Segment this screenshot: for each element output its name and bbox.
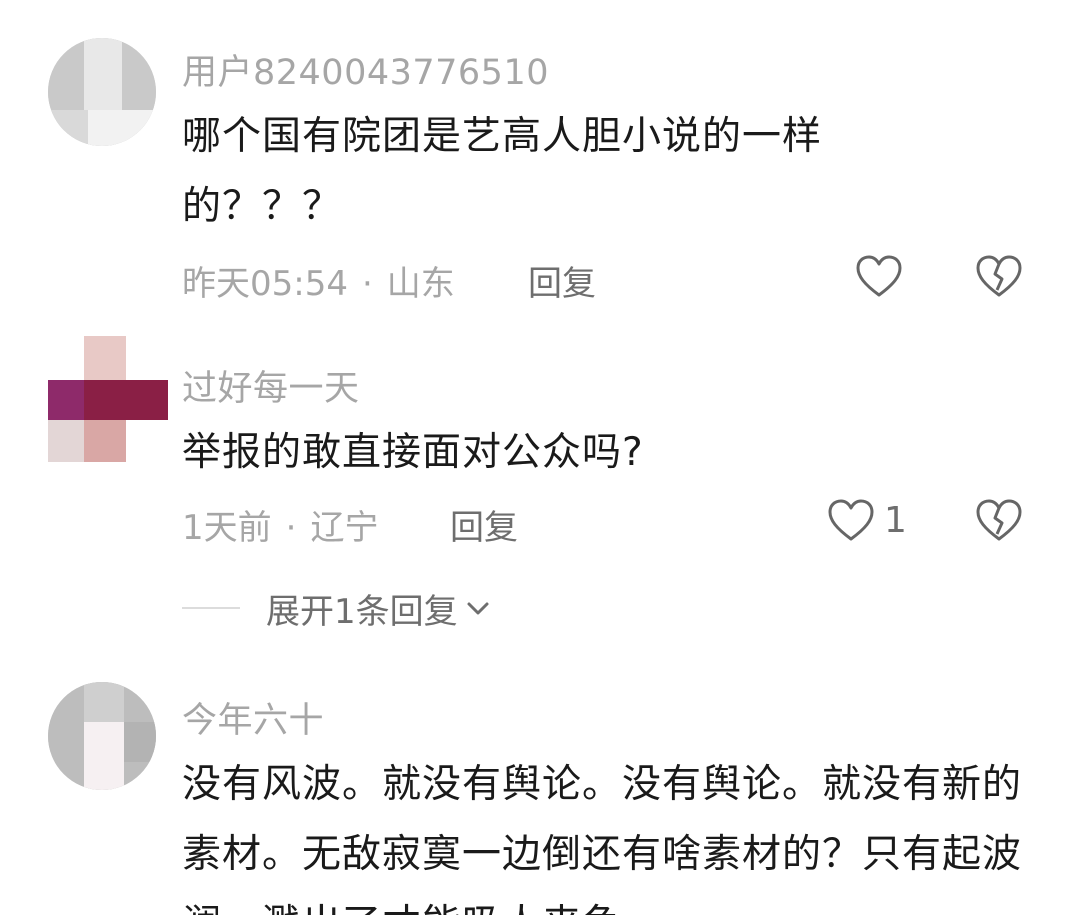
comment-location: 山东 (386, 264, 455, 304)
like-count: 1 (884, 500, 907, 541)
username[interactable]: 过好每一天 (182, 360, 360, 411)
divider-line (182, 607, 240, 609)
username[interactable]: 今年六十 (182, 692, 324, 743)
comment-location: 辽宁 (310, 508, 379, 548)
comment-text: 举报的敢直接面对公众吗? (182, 430, 644, 475)
avatar[interactable] (48, 38, 156, 146)
avatar[interactable] (48, 682, 156, 790)
comment-meta: 1天前 · 辽宁 (182, 500, 378, 549)
meta-separator: · (285, 508, 297, 548)
expand-replies-button[interactable]: 展开1条回复 (182, 582, 492, 634)
comment-meta: 昨天05:54 · 山东 (182, 256, 455, 305)
broken-heart-icon[interactable] (974, 252, 1024, 302)
chevron-down-icon (464, 594, 492, 622)
reply-button[interactable]: 回复 (528, 256, 596, 305)
heart-outline-icon[interactable] (854, 252, 904, 302)
comment-text: 没有风波。就没有舆论。没有舆论。就没有新的素材。无敌寂寞一边倒还有啥素材的？只有… (182, 762, 1022, 915)
reply-button[interactable]: 回复 (450, 500, 518, 549)
heart-outline-icon[interactable] (826, 496, 876, 546)
comment-text: 哪个国有院团是艺高人胆小说的一样的？？？ (182, 114, 823, 229)
expand-replies-label: 展开1条回复 (266, 591, 458, 632)
meta-separator: · (361, 264, 373, 304)
username[interactable]: 用户8240043776510 (182, 44, 549, 95)
comment-time: 1天前 (182, 508, 272, 548)
comment-time: 昨天05:54 (182, 264, 348, 304)
broken-heart-icon[interactable] (974, 496, 1024, 546)
avatar[interactable] (48, 336, 168, 462)
